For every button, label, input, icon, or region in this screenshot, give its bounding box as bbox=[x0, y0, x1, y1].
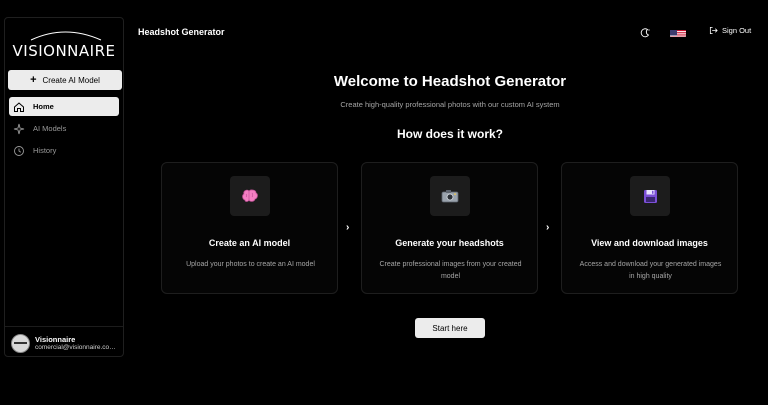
theme-toggle-button[interactable] bbox=[639, 26, 651, 38]
user-name: Visionnaire bbox=[35, 334, 76, 344]
sparkles-icon bbox=[13, 123, 25, 134]
step-icon-box bbox=[230, 176, 270, 216]
sidebar-divider bbox=[5, 326, 123, 327]
us-flag-icon bbox=[670, 30, 686, 37]
step-description: Upload your photos to create an AI model bbox=[186, 261, 315, 268]
step-title: Create an AI model bbox=[208, 238, 291, 248]
floppy-disk-icon bbox=[643, 189, 657, 203]
plus-icon: + bbox=[30, 73, 37, 86]
how-it-works-heading: How does it work? bbox=[396, 127, 503, 141]
user-profile[interactable]: Visionnaire comercial@visionnaire.com... bbox=[11, 331, 123, 355]
home-icon bbox=[14, 101, 24, 112]
start-here-button[interactable]: Start here bbox=[415, 318, 485, 338]
sidebar-item-history[interactable]: History bbox=[9, 141, 119, 160]
app-title: Headshot Generator bbox=[138, 27, 225, 37]
step-card-create-model: Create an AI model Upload your photos to… bbox=[161, 162, 338, 294]
moon-icon bbox=[640, 28, 650, 38]
user-email: comercial@visionnaire.com... bbox=[35, 344, 119, 352]
sidebar: VISIONNAIRE + Create AI Model Home AI Mo… bbox=[4, 17, 124, 357]
sidebar-item-label: History bbox=[33, 146, 57, 155]
camera-icon bbox=[441, 190, 459, 203]
sidebar-item-label: Home bbox=[33, 102, 54, 111]
welcome-heading: Welcome to Headshot Generator bbox=[333, 73, 567, 90]
brain-icon bbox=[242, 189, 258, 202]
step-title: View and download images bbox=[591, 238, 708, 248]
sign-out-label: Sign Out bbox=[722, 26, 752, 35]
step-card-view-download: View and download images Access and down… bbox=[561, 162, 738, 294]
brand-logo[interactable]: VISIONNAIRE bbox=[5, 26, 125, 70]
step-description: Create professional images from your cre… bbox=[379, 261, 522, 280]
chevron-right-icon: › bbox=[346, 222, 350, 233]
sidebar-item-home[interactable]: Home bbox=[9, 97, 119, 116]
history-icon bbox=[14, 145, 24, 156]
step-card-generate-headshots: Generate your headshots Create professio… bbox=[361, 162, 538, 294]
create-ai-model-button[interactable]: + Create AI Model bbox=[8, 70, 122, 90]
step-icon-box bbox=[630, 176, 670, 216]
logo-text: VISIONNAIRE bbox=[12, 42, 116, 60]
sign-out-button[interactable]: Sign Out bbox=[709, 26, 751, 35]
avatar bbox=[11, 333, 30, 353]
step-title: Generate your headshots bbox=[395, 238, 504, 248]
language-flag-button[interactable] bbox=[670, 27, 686, 37]
logout-icon bbox=[709, 26, 718, 35]
step-icon-box bbox=[430, 176, 470, 216]
step-description: Access and download your generated image… bbox=[579, 261, 722, 280]
welcome-subtitle: Create high-quality professional photos … bbox=[340, 100, 560, 109]
sidebar-item-ai-models[interactable]: AI Models bbox=[9, 119, 119, 138]
create-ai-model-label: Create AI Model bbox=[42, 75, 100, 85]
chevron-right-icon: › bbox=[546, 222, 550, 233]
sidebar-item-label: AI Models bbox=[33, 124, 67, 133]
